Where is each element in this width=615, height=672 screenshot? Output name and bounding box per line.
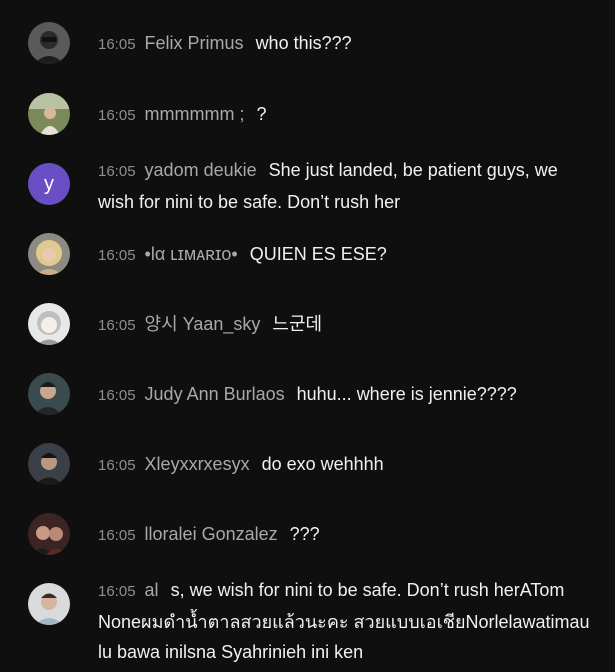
message-time: 16:05 (98, 457, 136, 474)
photo-person-dark-icon (28, 443, 70, 485)
message-text: ? (256, 104, 267, 124)
photo-outdoor-icon (28, 93, 70, 135)
photo-blonde-icon (28, 233, 70, 275)
photo-two-people-icon (28, 513, 70, 555)
message-text: huhu... where is jennie???? (296, 384, 517, 404)
message-author[interactable]: al (145, 580, 159, 600)
photo-person-icon (28, 373, 70, 415)
user-avatar[interactable] (28, 443, 70, 485)
message-author[interactable]: •lα ʟɪᴍᴀʀɪᴏ• (145, 244, 238, 264)
message-author[interactable]: Judy Ann Burlaos (145, 384, 285, 404)
photo-anime-icon (28, 303, 70, 345)
message-time: 16:05 (98, 317, 136, 334)
message-text: 느군데 (272, 314, 323, 334)
user-avatar[interactable] (28, 303, 70, 345)
message-text: who this??? (255, 33, 352, 53)
photo-dark-man-icon (28, 22, 70, 64)
message-time: 16:05 (98, 527, 136, 544)
user-avatar[interactable] (28, 233, 70, 275)
message-author[interactable]: 양시 Yaan_sky (145, 314, 261, 334)
letter-avatar-icon: y (28, 163, 70, 205)
message-text: QUIEN ES ESE? (249, 244, 387, 264)
message-text: s, we wish for nini to be safe. Don’t ru… (98, 580, 590, 662)
user-avatar[interactable] (28, 513, 70, 555)
message-author[interactable]: Xleyxxrxesyx (145, 454, 250, 474)
user-avatar[interactable] (28, 93, 70, 135)
message-time: 16:05 (98, 107, 136, 124)
message-author[interactable]: yadom deukie (145, 160, 257, 180)
message-author[interactable]: mmmmmm ; (145, 104, 245, 124)
message-time: 16:05 (98, 247, 136, 264)
photo-person-light-icon (28, 583, 70, 625)
message-text: do exo wehhhh (261, 454, 384, 474)
user-avatar[interactable] (28, 373, 70, 415)
message-time: 16:05 (98, 163, 136, 180)
user-avatar[interactable]: y (28, 163, 70, 205)
message-time: 16:05 (98, 387, 136, 404)
message-time: 16:05 (98, 36, 136, 53)
user-avatar[interactable] (28, 583, 70, 625)
user-avatar[interactable] (28, 22, 70, 64)
message-author[interactable]: Felix Primus (145, 33, 244, 53)
message-author[interactable]: lloralei Gonzalez (145, 524, 278, 544)
message-time: 16:05 (98, 583, 136, 600)
live-chat-list: 16:05 Felix Primus who this??? 16:05 mmmmmm… (0, 0, 615, 672)
message-text: ??? (289, 524, 320, 544)
